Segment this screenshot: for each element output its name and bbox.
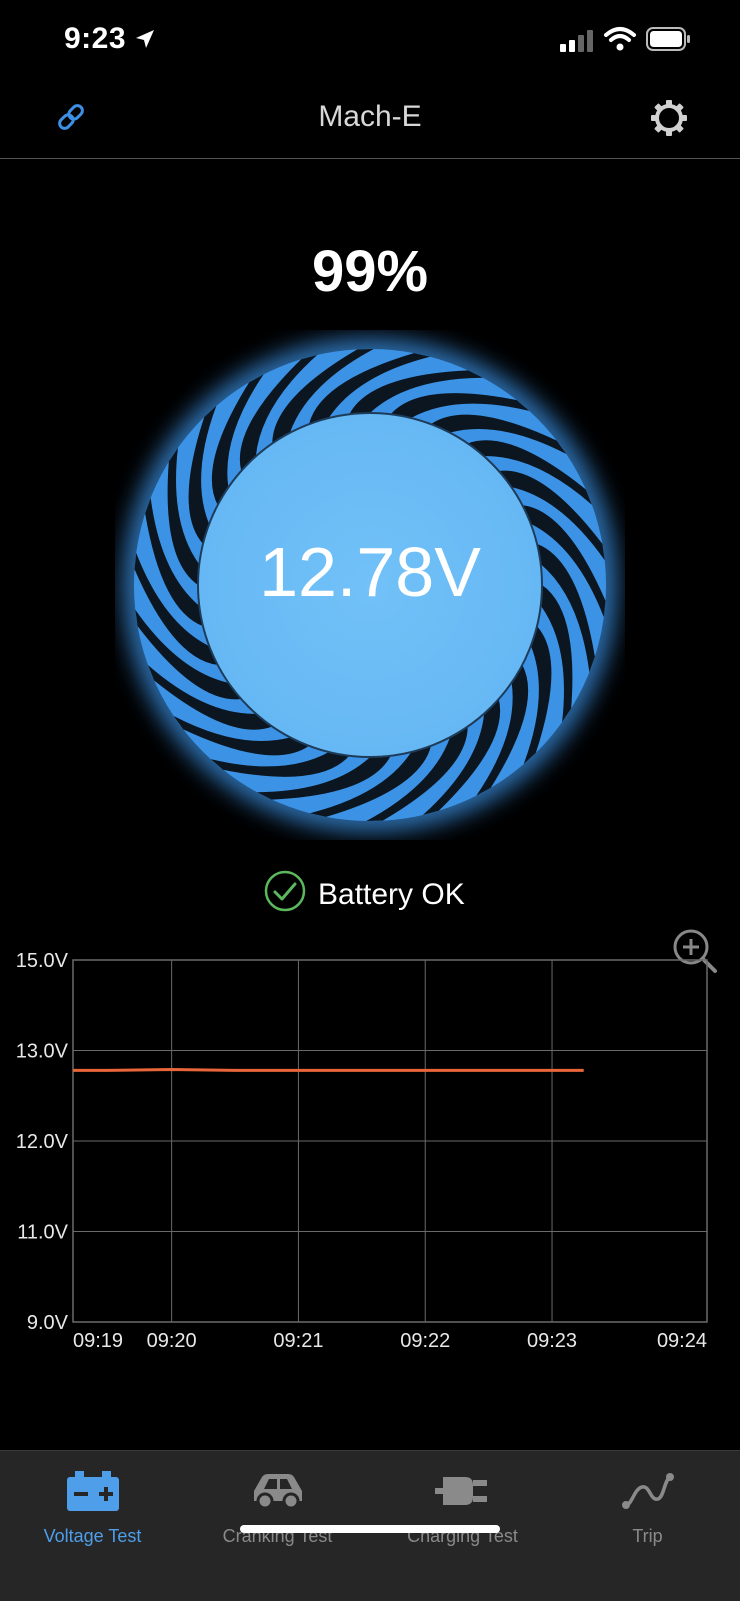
y-tick-label: 13.0V [16, 1041, 69, 1063]
chart-series [73, 1067, 584, 1072]
x-tick-label: 09:22 [400, 1330, 450, 1352]
cellular-signal-icon [560, 30, 593, 52]
x-tick-label: 09:20 [147, 1330, 197, 1352]
voltage-reading: 12.78V [259, 533, 481, 611]
tab-label: Trip [632, 1526, 663, 1546]
home-indicator [240, 1525, 500, 1533]
voltage-chart: 15.0V 13.0V 12.0V 11.0V 9.0V 09:19 09:20 09:21… [16, 950, 708, 1352]
battery-icon [66, 1471, 119, 1511]
series-line [73, 1067, 584, 1072]
gear-icon[interactable] [649, 98, 689, 138]
status-time: 9:23 [64, 22, 127, 55]
car-icon [253, 1474, 302, 1510]
y-tick-label: 11.0V [17, 1222, 68, 1244]
nav-bar: Mach-E [0, 84, 740, 159]
tab-voltage-test[interactable]: Voltage Test [0, 1451, 185, 1561]
page-title: Mach-E [318, 100, 422, 133]
y-tick-label: 9.0V [27, 1312, 69, 1334]
tab-label: Voltage Test [43, 1526, 142, 1546]
chart-x-axis: 09:19 09:20 09:21 09:22 09:23 09:24 [73, 1330, 707, 1352]
y-tick-label: 12.0V [16, 1131, 69, 1153]
x-tick-label: 09:21 [273, 1330, 323, 1352]
x-tick-label: 09:24 [657, 1330, 707, 1352]
wifi-icon [604, 27, 636, 51]
check-circle-icon [264, 870, 306, 912]
battery-status-text: Battery OK [318, 878, 465, 911]
location-arrow-icon [136, 30, 154, 48]
chart-y-axis: 15.0V 13.0V 12.0V 11.0V 9.0V [16, 950, 69, 1334]
battery-status-icon [646, 27, 690, 51]
charge-percent: 99% [311, 239, 429, 304]
status-bar: 9:23 [0, 0, 740, 84]
x-tick-label: 09:19 [73, 1330, 123, 1352]
chart-grid [72, 959, 708, 1323]
tab-charging-test[interactable]: Charging Test [370, 1451, 555, 1561]
y-tick-label: 15.0V [16, 950, 69, 972]
x-tick-label: 09:23 [527, 1330, 577, 1352]
tab-cranking-test[interactable]: Cranking Test [185, 1451, 370, 1561]
tab-trip[interactable]: Trip [555, 1451, 740, 1561]
trip-route-icon [621, 1473, 674, 1509]
plug-icon [434, 1477, 487, 1505]
